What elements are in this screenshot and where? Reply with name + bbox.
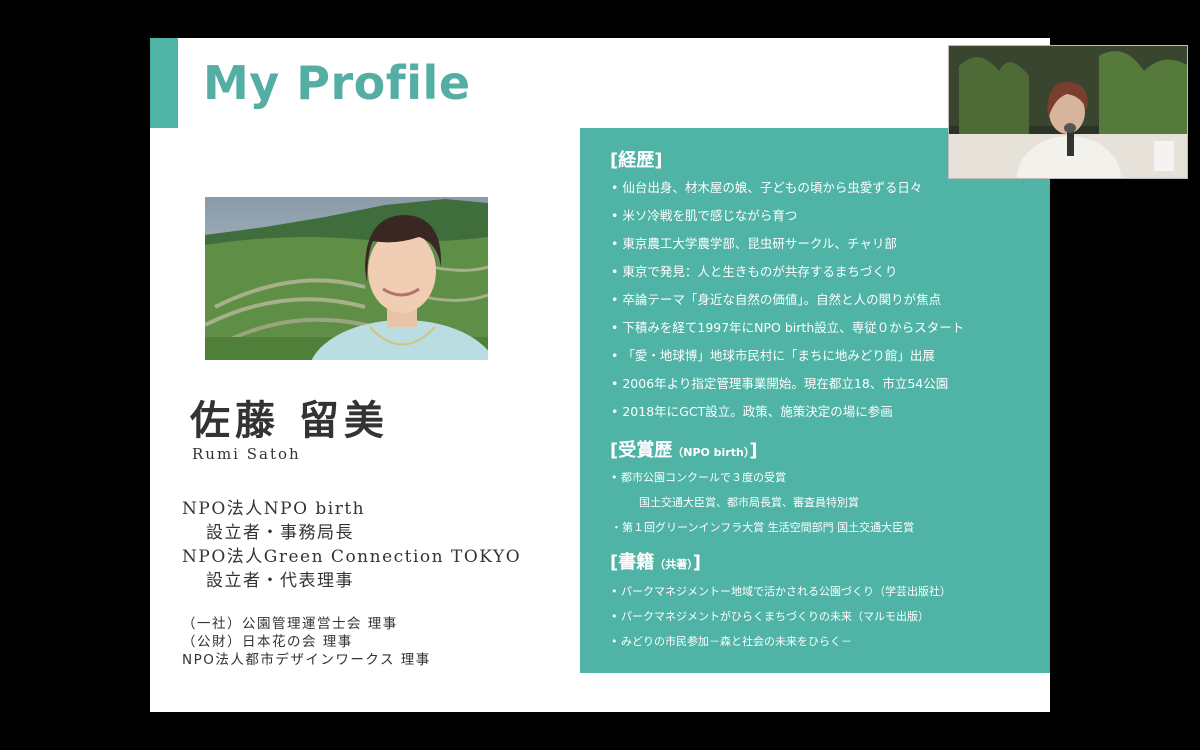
career-item: 2006年より指定管理事業開始。現在都立18、市立54公園: [611, 370, 964, 398]
role-title: 設立者・代表理事: [206, 571, 354, 591]
career-item: 2018年にGCT設立。政策、施策決定の場に参画: [611, 398, 964, 426]
awards-heading-note: （NPO birth）: [672, 446, 750, 459]
award-item: 都市公園コンクールで３度の受賞: [611, 465, 914, 490]
profile-name-english: Rumi Satoh: [192, 445, 301, 463]
award-item: 第１回グリーンインフラ大賞 生活空間部門 国土交通大臣賞: [611, 515, 914, 540]
role-org: NPO法人NPO birth: [182, 499, 366, 519]
role-org: NPO法人Green Connection TOKYO: [182, 547, 522, 567]
affiliation-item: NPO法人都市デザインワークス 理事: [182, 652, 431, 668]
career-item: 「愛・地球博」地球市民村に「まちに地みどり館」出展: [611, 342, 964, 370]
books-heading-note: （共著）: [654, 558, 693, 571]
books-heading-close: ]: [692, 552, 701, 573]
book-item: パークマネジメントがひらくまちづくりの未来（マルモ出版）: [611, 604, 951, 629]
profile-details-panel: [経歴] 仙台出身、材木屋の娘、子どもの頃から虫愛ずる日々 米ソ冷戦を肌で感じな…: [580, 128, 1050, 673]
awards-list: 都市公園コンクールで３度の受賞 国土交通大臣賞、都市局長賞、審査員特別賞 第１回…: [611, 465, 914, 540]
presentation-slide: My Profile 佐藤 留美 Rumi Satoh NPO法人NPO bir…: [150, 38, 1050, 712]
career-item: 卒論テーマ「身近な自然の価値」。自然と人の関りが焦点: [611, 286, 964, 314]
career-item: 米ソ冷戦を肌で感じながら育つ: [611, 202, 964, 230]
career-list: 仙台出身、材木屋の娘、子どもの頃から虫愛ずる日々 米ソ冷戦を肌で感じながら育つ …: [611, 174, 964, 426]
career-item: 仙台出身、材木屋の娘、子どもの頃から虫愛ずる日々: [611, 174, 964, 202]
slide-title: My Profile: [203, 56, 471, 110]
speaker-video-thumbnail[interactable]: [948, 45, 1188, 179]
profile-name-japanese: 佐藤 留美: [190, 397, 389, 444]
career-item: 下積みを経て1997年にNPO birth設立、専従０からスタート: [611, 314, 964, 342]
affiliation-item: （一社）公園管理運営士会 理事: [182, 616, 398, 632]
title-accent-bar: [150, 38, 178, 128]
book-item: パークマネジメントー地域で活かされる公園づくり（学芸出版社）: [611, 579, 951, 604]
roles-list: NPO法人NPO birth 設立者・事務局長 NPO法人Green Conne…: [182, 497, 521, 593]
award-item: 国土交通大臣賞、都市局長賞、審査員特別賞: [639, 496, 859, 509]
awards-heading: [受賞歴（NPO birth）]: [610, 436, 758, 462]
books-list: パークマネジメントー地域で活かされる公園づくり（学芸出版社） パークマネジメント…: [611, 579, 951, 654]
books-heading-label: [書籍: [610, 552, 655, 573]
awards-heading-close: ]: [749, 440, 758, 461]
portrait-photo: [205, 197, 488, 360]
role-title: 設立者・事務局長: [206, 523, 354, 543]
book-item: みどりの市民参加－森と社会の未来をひらく－: [611, 629, 951, 654]
affiliation-item: （公財）日本花の会 理事: [182, 634, 353, 650]
career-heading: [経歴]: [610, 150, 663, 171]
affiliations-list: （一社）公園管理運営士会 理事 （公財）日本花の会 理事 NPO法人都市デザイン…: [182, 615, 431, 669]
career-item: 東京で発見：人と生きものが共存するまちづくり: [611, 258, 964, 286]
awards-heading-label: [受賞歴: [610, 440, 673, 461]
career-item: 東京農工大学農学部、昆虫研サークル、チャリ部: [611, 230, 964, 258]
books-heading: [書籍（共著）]: [610, 548, 701, 574]
